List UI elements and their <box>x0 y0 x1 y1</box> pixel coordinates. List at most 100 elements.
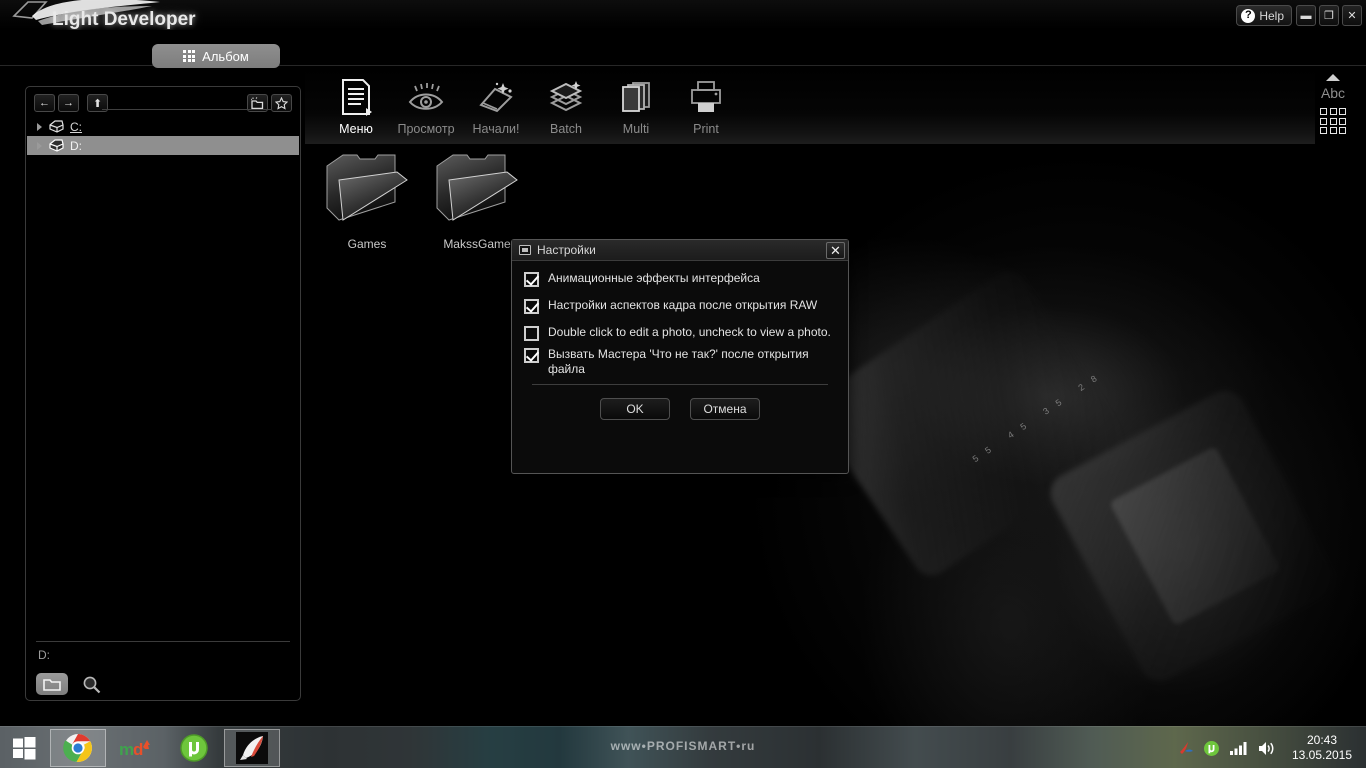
folder-item-makssgame[interactable]: MakssGame <box>422 150 532 251</box>
option-double-click-edit-checkbox[interactable] <box>524 326 539 341</box>
option-raw-aspect-label: Настройки аспектов кадра после открытия … <box>548 298 818 312</box>
taskbar-item-lightdeveloper[interactable] <box>224 728 280 767</box>
toolbar-item-start[interactable]: Начали! <box>461 76 531 136</box>
browser-toolbar: ← → ⬆ <box>34 93 292 113</box>
close-button[interactable]: ✕ <box>1342 5 1362 26</box>
taskbar-item-utorrent[interactable] <box>166 729 222 767</box>
option-wizard-after-open-label: Вызвать Мастера 'Что не так?' после откр… <box>548 347 809 376</box>
toolbar-item-start-label: Начали! <box>472 122 520 136</box>
network-bars-icon <box>1230 742 1247 755</box>
chevron-right-icon[interactable] <box>37 141 42 150</box>
app-logo: Light Developer <box>4 0 196 34</box>
tray-item-adobe[interactable] <box>1177 740 1194 757</box>
drive-icon <box>49 139 64 152</box>
close-icon: ✕ <box>1347 10 1357 22</box>
toolbar-item-multi-label: Multi <box>622 122 650 136</box>
title-bar: Light Developer ? Help ▬ ❐ ✕ <box>0 0 1366 30</box>
caret-up-icon[interactable] <box>1326 74 1340 81</box>
address-underline <box>102 109 272 110</box>
start-button[interactable] <box>0 727 48 768</box>
drive-icon <box>49 120 64 133</box>
toolbar-item-batch[interactable]: Batch <box>531 76 601 136</box>
option-raw-aspect[interactable]: Настройки аспектов кадра после открытия … <box>524 298 836 314</box>
toolbar-item-view-label: Просмотр <box>397 122 455 136</box>
option-double-click-edit-label: Double click to edit a photo, uncheck to… <box>548 325 831 339</box>
tree-item-d[interactable]: D: <box>27 136 299 155</box>
option-animation-effects-checkbox[interactable] <box>524 272 539 287</box>
option-raw-aspect-checkbox[interactable] <box>524 299 539 314</box>
multi-pages-icon <box>617 76 655 118</box>
feather-icon <box>236 731 268 764</box>
folder-item-games[interactable]: Games <box>312 150 422 251</box>
toolbar-item-multi[interactable]: Multi <box>601 76 671 136</box>
utorrent-icon <box>1204 740 1219 756</box>
star-icon <box>275 96 288 110</box>
settings-dialog: Настройки ✕ Анимационные эффекты интерфе… <box>511 239 849 474</box>
up-arrow-icon: ⬆ <box>92 97 103 110</box>
toolbar-item-menu[interactable]: Меню <box>321 76 391 136</box>
folder-icon <box>326 154 408 221</box>
toolbar-item-menu-label: Меню <box>339 122 373 136</box>
taskbar-clock[interactable]: 20:43 13.05.2015 <box>1286 733 1358 763</box>
tree-item-c-label: C: <box>70 119 82 134</box>
tree-item-c[interactable]: C: <box>27 117 299 136</box>
eye-view-icon <box>406 76 446 118</box>
svg-text:m: m <box>119 740 134 759</box>
chevron-right-icon[interactable] <box>37 122 42 131</box>
settings-dialog-body: Анимационные эффекты интерфейса Настройк… <box>512 261 848 420</box>
tree-item-d-label: D: <box>70 138 82 153</box>
option-wizard-after-open[interactable]: Вызвать Мастера 'Что не так?' после откр… <box>524 347 836 377</box>
option-wizard-after-open-checkbox[interactable] <box>524 348 539 363</box>
chrome-icon <box>63 733 92 762</box>
minimize-icon: ▬ <box>1300 9 1312 22</box>
help-label: Help <box>1259 8 1284 23</box>
tab-album-label: Альбом <box>202 48 249 64</box>
folder-icon <box>436 154 518 221</box>
main-toolbar: Меню Просмотр Начали! Batch Multi Print <box>305 68 1315 144</box>
drive-tree: C: D: <box>27 117 299 155</box>
current-path-label: D: <box>38 648 50 662</box>
forward-icon: → <box>63 97 74 109</box>
option-double-click-edit[interactable]: Double click to edit a photo, uncheck to… <box>524 325 836 341</box>
favorites-button[interactable] <box>271 94 292 112</box>
help-button[interactable]: ? Help <box>1236 5 1292 26</box>
taskbar-item-mediaget[interactable]: m d <box>108 729 164 767</box>
forward-button[interactable]: → <box>58 94 79 112</box>
toolbar-item-print[interactable]: Print <box>671 76 741 136</box>
application-window: 55 45 35 28 Light Developer ? Help ▬ ❐ ✕… <box>0 0 1366 726</box>
browser-actions <box>36 673 104 695</box>
ok-button[interactable]: OK <box>600 398 670 420</box>
maximize-restore-button[interactable]: ❐ <box>1319 5 1339 26</box>
search-icon <box>83 676 100 693</box>
back-icon: ← <box>39 97 50 109</box>
folder-view-button[interactable] <box>36 673 68 695</box>
tray-item-network[interactable] <box>1229 740 1248 756</box>
settings-dialog-footer: OK Отмена <box>524 398 836 420</box>
clock-time: 20:43 <box>1306 733 1338 747</box>
abc-sort-label[interactable]: Abc <box>1321 85 1345 101</box>
menu-document-icon <box>339 76 373 118</box>
taskbar-item-chrome[interactable] <box>50 728 106 767</box>
cancel-button[interactable]: Отмена <box>690 398 760 420</box>
tray-item-volume[interactable] <box>1257 740 1277 757</box>
minimize-button[interactable]: ▬ <box>1296 5 1316 26</box>
toolbar-item-view[interactable]: Просмотр <box>391 76 461 136</box>
settings-dialog-close-button[interactable]: ✕ <box>826 242 845 259</box>
maximize-icon: ❐ <box>1324 10 1334 22</box>
screen: 55 45 35 28 Light Developer ? Help ▬ ❐ ✕… <box>0 0 1366 768</box>
thumbnail-grid-icon[interactable] <box>1320 108 1346 134</box>
settings-dialog-title: Настройки <box>537 243 596 257</box>
md-icon: m d <box>119 739 150 759</box>
option-animation-effects[interactable]: Анимационные эффекты интерфейса <box>524 271 836 287</box>
settings-dialog-titlebar: Настройки ✕ <box>512 240 848 261</box>
magic-wand-icon <box>477 76 515 118</box>
back-button[interactable]: ← <box>34 94 55 112</box>
new-folder-icon <box>251 96 264 109</box>
taskbar: m d www•PROFISMART•ru 20:43 13.05.2015 <box>0 726 1366 768</box>
search-button[interactable] <box>78 673 104 695</box>
right-rail: Abc <box>1302 68 1364 144</box>
settings-dialog-separator <box>532 384 828 385</box>
tray-item-utorrent[interactable] <box>1203 740 1220 757</box>
tab-album[interactable]: Альбом <box>152 44 280 68</box>
svg-text:d: d <box>133 740 143 759</box>
